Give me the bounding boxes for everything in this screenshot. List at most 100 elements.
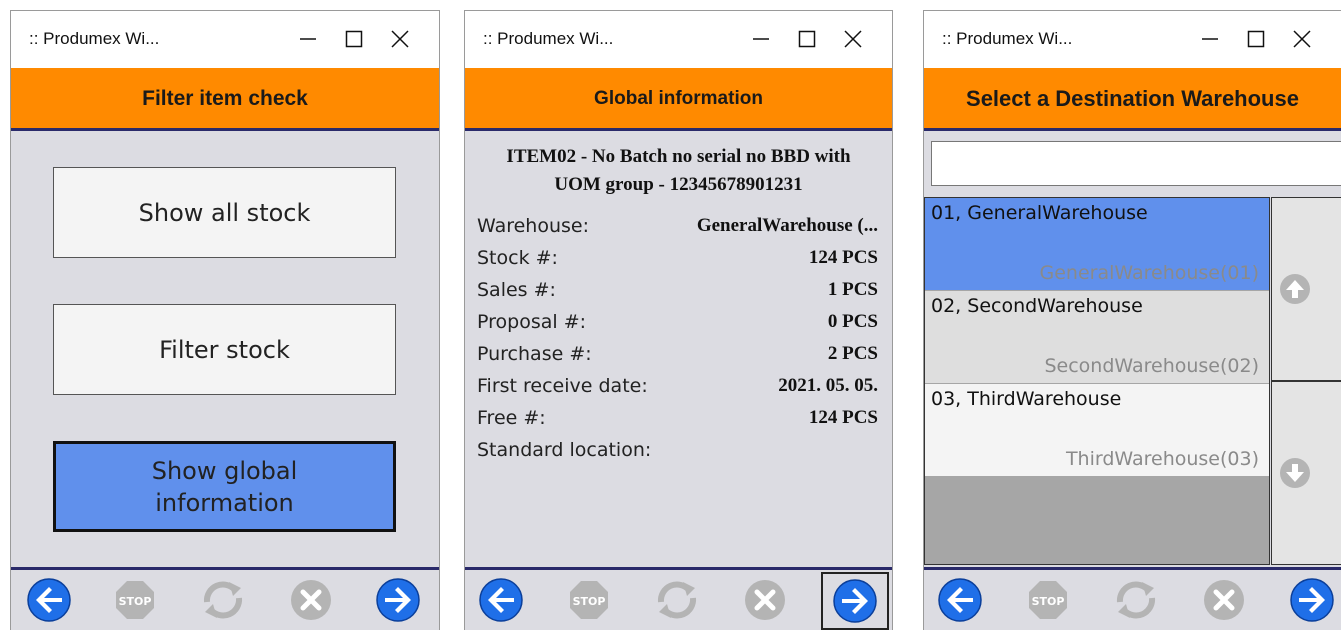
info-label: First receive date: (477, 375, 648, 397)
close-button[interactable] (1279, 11, 1325, 68)
warehouse-name: 01, GeneralWarehouse (931, 202, 1148, 224)
search-input[interactable] (931, 141, 1341, 186)
stop-button[interactable]: STOP (111, 576, 159, 624)
maximize-icon (345, 30, 363, 48)
warehouse-list-item[interactable]: 02, SecondWarehouse SecondWarehouse(02) (925, 291, 1269, 383)
maximize-button[interactable] (784, 11, 830, 68)
close-icon (1293, 30, 1311, 48)
show-all-stock-button[interactable]: Show all stock (53, 167, 396, 258)
back-button[interactable] (477, 576, 525, 624)
bottom-toolbar: STOP (924, 567, 1341, 630)
info-row: Free #: 124 PCS (477, 407, 878, 439)
info-row: Proposal #: 0 PCS (477, 311, 878, 343)
warehouse-name: 02, SecondWarehouse (931, 295, 1143, 317)
info-value: 0 PCS (827, 311, 878, 332)
window-global-information: :: Produmex Wi... Global information ITE… (464, 10, 893, 630)
stop-icon: STOP (116, 581, 154, 619)
svg-text:STOP: STOP (573, 595, 606, 608)
minimize-button[interactable] (738, 11, 784, 68)
cancel-icon (291, 580, 331, 620)
info-row: Standard location: (477, 439, 878, 471)
warehouse-code: SecondWarehouse(02) (1044, 355, 1259, 377)
minimize-button[interactable] (285, 11, 331, 68)
back-arrow-icon (938, 578, 982, 622)
bottom-toolbar: STOP (11, 567, 439, 630)
info-row: First receive date: 2021. 05. 05. (477, 375, 878, 407)
refresh-icon (657, 581, 697, 619)
minimize-button[interactable] (1187, 11, 1233, 68)
info-label: Purchase #: (477, 343, 592, 365)
scroll-up-button[interactable] (1271, 197, 1341, 381)
cancel-icon (745, 580, 785, 620)
next-button[interactable] (821, 572, 889, 630)
next-button[interactable] (374, 576, 422, 624)
warehouse-name: 03, ThirdWarehouse (931, 388, 1122, 410)
next-arrow-icon (1290, 578, 1334, 622)
info-row: Stock #: 124 PCS (477, 247, 878, 279)
filter-stock-button[interactable]: Filter stock (53, 304, 396, 395)
maximize-icon (798, 30, 816, 48)
warehouse-code: ThirdWarehouse(03) (1065, 448, 1259, 470)
svg-text:STOP: STOP (119, 595, 152, 608)
title-bar: :: Produmex Wi... (465, 11, 892, 68)
stop-icon: STOP (570, 581, 608, 619)
cancel-button[interactable] (287, 576, 335, 624)
stop-button[interactable]: STOP (1024, 576, 1072, 624)
screen-content: ITEM02 - No Batch no serial no BBD with … (465, 131, 892, 567)
screen-header: Global information (465, 68, 892, 131)
scroll-down-button[interactable] (1271, 381, 1341, 565)
stop-icon: STOP (1029, 581, 1067, 619)
refresh-button[interactable] (653, 576, 701, 624)
info-label: Sales #: (477, 279, 556, 301)
maximize-icon (1247, 30, 1265, 48)
warehouse-list-item[interactable]: 01, GeneralWarehouse GeneralWarehouse(01) (925, 198, 1269, 290)
info-value: 2 PCS (827, 343, 878, 364)
screen-content: Show all stock Filter stock Show global … (11, 131, 439, 567)
svg-text:STOP: STOP (1032, 595, 1065, 608)
window-title: :: Produmex Wi... (483, 29, 614, 48)
screen-header: Select a Destination Warehouse (924, 68, 1341, 131)
stop-button[interactable]: STOP (565, 576, 613, 624)
window-filter-item-check: :: Produmex Wi... Filter item check Show… (10, 10, 440, 630)
window-title: :: Produmex Wi... (29, 29, 160, 48)
title-bar: :: Produmex Wi... (924, 11, 1341, 68)
bottom-toolbar: STOP (465, 567, 892, 630)
refresh-icon (1116, 581, 1156, 619)
warehouse-list-item[interactable]: 03, ThirdWarehouse ThirdWarehouse(03) (925, 384, 1269, 476)
close-button[interactable] (377, 11, 423, 68)
screen-content: 01, GeneralWarehouse GeneralWarehouse(01)… (924, 131, 1341, 567)
back-arrow-icon (479, 578, 523, 622)
next-arrow-icon (376, 578, 420, 622)
warehouse-code: GeneralWarehouse(01) (1039, 262, 1259, 284)
refresh-button[interactable] (199, 576, 247, 624)
close-button[interactable] (830, 11, 876, 68)
refresh-button[interactable] (1112, 576, 1160, 624)
cancel-button[interactable] (741, 576, 789, 624)
back-button[interactable] (936, 576, 984, 624)
window-title: :: Produmex Wi... (942, 29, 1073, 48)
minimize-icon (753, 38, 769, 40)
up-arrow-icon (1280, 274, 1310, 304)
info-label: Warehouse: (477, 215, 589, 237)
cancel-button[interactable] (1200, 576, 1248, 624)
info-label: Standard location: (477, 439, 652, 461)
maximize-button[interactable] (331, 11, 377, 68)
minimize-icon (1202, 38, 1218, 40)
info-row: Warehouse: GeneralWarehouse (... (477, 215, 878, 247)
screen-header: Filter item check (11, 68, 439, 131)
info-value: 124 PCS (808, 247, 878, 268)
down-arrow-icon (1280, 458, 1310, 488)
show-global-information-button[interactable]: Show global information (53, 441, 396, 532)
back-arrow-icon (27, 578, 71, 622)
info-value: 1 PCS (827, 279, 878, 300)
maximize-button[interactable] (1233, 11, 1279, 68)
item-title: ITEM02 - No Batch no serial no BBD with … (506, 146, 851, 195)
cancel-icon (1204, 580, 1244, 620)
next-arrow-icon (833, 579, 877, 623)
refresh-icon (203, 581, 243, 619)
back-button[interactable] (25, 576, 73, 624)
minimize-icon (300, 38, 316, 40)
info-label: Proposal #: (477, 311, 587, 333)
info-label: Stock #: (477, 247, 558, 269)
next-button[interactable] (1288, 576, 1336, 624)
